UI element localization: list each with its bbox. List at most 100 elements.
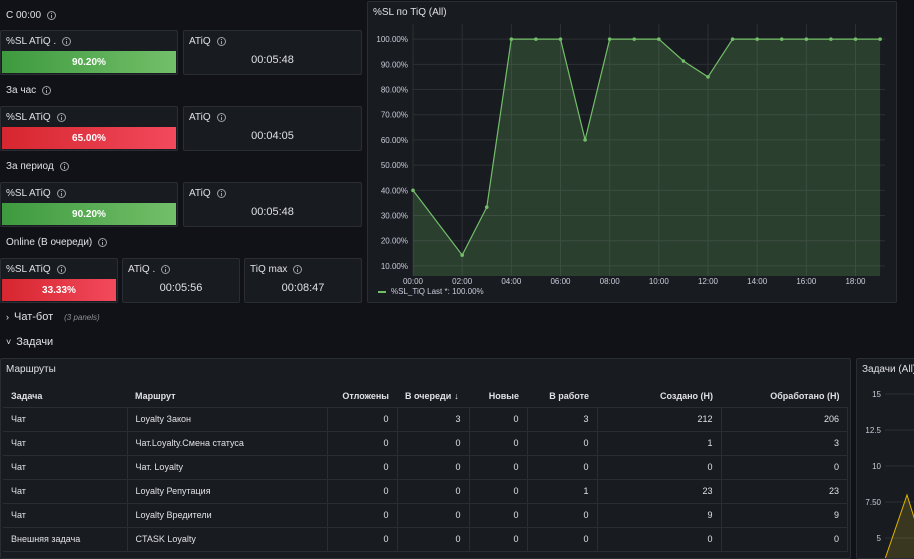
table-cell: Чат. Loyalty	[127, 455, 328, 480]
table-cell: 3	[721, 431, 848, 456]
x-tick-label: 02:00	[452, 277, 473, 286]
col-new[interactable]: Новые	[469, 385, 527, 408]
sl-tiq-chart[interactable]: 10.00% 20.00% 30.00% 40.00% 50.00% 60.00% 70.0…	[368, 2, 896, 302]
col-processed[interactable]: Обработано (Н)	[721, 385, 848, 408]
table-cell: 0	[397, 479, 470, 504]
data-point	[607, 37, 612, 41]
tasks-chart[interactable]: 15 12.5 10 7.50 5	[857, 359, 914, 559]
col-deferred[interactable]: Отложены	[327, 385, 397, 408]
table-cell: 0	[721, 527, 848, 552]
y-tick-label: 90.00%	[381, 60, 408, 69]
table-cell: 0	[527, 431, 598, 456]
x-tick-label: 04:00	[501, 277, 522, 286]
col-created[interactable]: Создано (Н)	[597, 385, 721, 408]
info-icon[interactable]	[42, 86, 52, 95]
info-icon[interactable]	[98, 238, 108, 247]
chevron-down-icon: ˅	[6, 337, 12, 347]
y-tick-label: 5	[877, 534, 882, 543]
y-tick-label: 20.00%	[381, 237, 408, 246]
table-cell: 0	[327, 479, 398, 504]
data-point	[829, 37, 833, 41]
row-title-hour: За час	[6, 85, 52, 96]
y-tick-label: 40.00%	[381, 186, 408, 195]
tasks-chart-panel: Задачи (All) 15 12.5 10 7.50 5	[856, 358, 914, 559]
x-tick-label: 12:00	[698, 277, 719, 286]
sl-value: 90.20%	[2, 203, 176, 225]
section-chatbot[interactable]: › Чат-бот (3 panels)	[6, 311, 100, 323]
info-icon[interactable]	[216, 113, 226, 122]
info-icon[interactable]	[56, 189, 66, 198]
x-tick-label: 06:00	[550, 277, 571, 286]
sort-down-icon: ↓	[454, 390, 459, 401]
x-tick-label: 18:00	[845, 277, 866, 286]
y-tick-label: 70.00%	[381, 111, 408, 120]
atiq-value: 00:05:48	[251, 206, 294, 218]
info-icon[interactable]	[47, 11, 57, 20]
chevron-right-icon: ›	[6, 312, 9, 322]
info-icon[interactable]	[56, 265, 66, 274]
col-in-work[interactable]: В работе	[527, 385, 597, 408]
section-tasks[interactable]: ˅ Задачи	[6, 336, 53, 348]
sl-atiq-panel-c0000: %SL ATiQ . 90.20%	[0, 30, 178, 75]
info-icon[interactable]	[56, 113, 66, 122]
table-cell: Чат	[3, 407, 128, 432]
table-cell: 0	[597, 527, 722, 552]
table-cell: Чат	[3, 455, 128, 480]
table-cell: 9	[721, 503, 848, 528]
x-tick-label: 14:00	[747, 277, 768, 286]
y-tick-label: 7.50	[865, 498, 881, 507]
series-area	[413, 39, 881, 276]
info-icon[interactable]	[216, 37, 226, 46]
table-cell: Чат.Loyalty.Смена статуса	[127, 431, 328, 456]
row-title-c0000: С 00:00	[6, 10, 57, 21]
table-cell: 0	[397, 431, 470, 456]
table-cell: 0	[397, 455, 470, 480]
y-tick-label: 15	[872, 390, 881, 399]
x-tick-label: 16:00	[796, 277, 817, 286]
data-point	[534, 37, 538, 41]
data-point	[509, 37, 514, 41]
table-cell: 0	[469, 527, 528, 552]
table-cell: 0	[527, 503, 598, 528]
table-row: Чат Чат. Loyalty 0 0 0 0 0 0	[3, 455, 848, 480]
table-cell: 0	[327, 407, 398, 432]
sl-tiq-chart-panel: %SL по TiQ (All) 10.00% 20.00% 30.00% 40.00…	[367, 1, 897, 303]
table-cell: 0	[327, 431, 398, 456]
table-cell: 0	[469, 407, 528, 432]
routes-title: Маршруты	[6, 364, 56, 375]
table-cell: Чат	[3, 503, 128, 528]
data-point	[460, 253, 464, 257]
data-point	[632, 37, 637, 41]
sl-value: 33.33%	[2, 279, 116, 301]
atiq-panel-period: ATiQ 00:05:48	[183, 182, 362, 227]
data-point	[657, 37, 661, 41]
table-row: Чат Чат.Loyalty.Смена статуса 0 0 0 0 1 3	[3, 431, 848, 456]
info-icon[interactable]	[62, 37, 72, 46]
data-point	[878, 37, 882, 41]
col-route[interactable]: Маршрут	[127, 385, 327, 408]
data-point	[779, 37, 784, 41]
table-cell: Чат	[3, 479, 128, 504]
table-cell: 0	[469, 455, 528, 480]
data-point	[583, 138, 587, 142]
table-cell: Чат	[3, 431, 128, 456]
table-cell: 0	[327, 503, 398, 528]
chart-legend[interactable]: %SL_TiQ Last *: 100.00%	[378, 287, 484, 296]
info-icon[interactable]	[293, 265, 303, 274]
y-tick-label: 10	[872, 462, 881, 471]
col-in-queue[interactable]: В очереди ↓	[397, 385, 469, 408]
info-icon[interactable]	[161, 265, 171, 274]
data-point	[411, 188, 415, 193]
table-cell: 3	[397, 407, 470, 432]
table-row: Внешняя задача CTASK Loyalty 0 0 0 0 0 0	[3, 527, 848, 552]
col-task[interactable]: Задача	[3, 385, 127, 408]
info-icon[interactable]	[59, 162, 69, 171]
table-cell: 206	[721, 407, 848, 432]
routes-table: Задача Маршрут Отложены В очереди ↓ Новые…	[3, 385, 848, 552]
x-tick-label: 10:00	[649, 277, 670, 286]
info-icon[interactable]	[216, 189, 226, 198]
data-point	[853, 37, 858, 41]
x-tick-label: 08:00	[600, 277, 621, 286]
table-cell: 0	[469, 479, 528, 504]
data-point	[484, 205, 489, 209]
